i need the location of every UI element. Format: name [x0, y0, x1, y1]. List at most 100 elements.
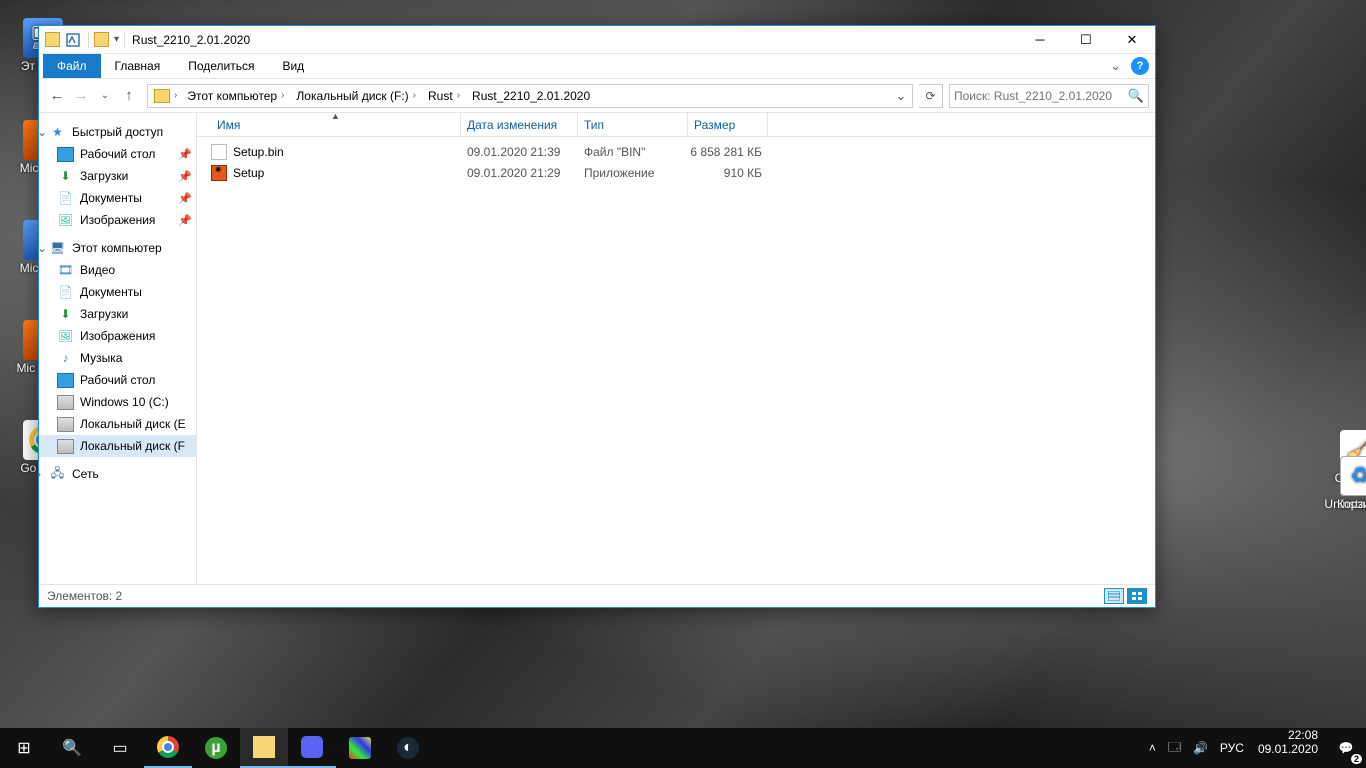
- breadcrumb-seg[interactable]: Этот компьютер›: [181, 85, 290, 107]
- sidebar-item-drive-f[interactable]: Локальный диск (F: [39, 435, 196, 457]
- view-details-button[interactable]: [1104, 588, 1124, 604]
- chrome-icon: [157, 736, 179, 758]
- sidebar-item-downloads-2[interactable]: ⬇Загрузки: [39, 303, 196, 325]
- qat-dropdown-icon[interactable]: ▾: [114, 34, 119, 45]
- minimize-button[interactable]: ─: [1017, 26, 1063, 53]
- refresh-button[interactable]: ⟳: [919, 84, 943, 108]
- column-type[interactable]: Тип: [578, 113, 688, 136]
- tray-chevron-icon[interactable]: ˄: [1143, 728, 1162, 768]
- sidebar-this-pc[interactable]: ⌄ 🖥 Этот компьютер: [39, 237, 196, 259]
- maximize-button[interactable]: ☐: [1063, 26, 1109, 53]
- taskview-button[interactable]: ▭: [96, 728, 144, 768]
- sidebar-item-downloads[interactable]: ⬇Загрузки📌: [39, 165, 196, 187]
- titlebar[interactable]: ▾ Rust_2210_2.01.2020 ─ ☐ ✕: [39, 26, 1155, 54]
- taskbar-rubik[interactable]: [336, 728, 384, 768]
- star-icon: ★: [49, 125, 66, 140]
- tray-volume-icon[interactable]: 🔊: [1187, 728, 1214, 768]
- tray-notifications[interactable]: 💬 2: [1326, 728, 1366, 768]
- column-headers: Имя▲ Дата изменения Тип Размер: [197, 113, 1155, 137]
- pin-icon: 📌: [178, 192, 192, 205]
- nav-up-button[interactable]: ↑: [117, 84, 141, 108]
- search-icon[interactable]: 🔍: [1128, 88, 1144, 104]
- system-tray: ˄ 🗔 🔊 РУС 22:08 09.01.2020 💬 2: [1143, 728, 1366, 768]
- sidebar-item-pictures-2[interactable]: 🖼Изображения: [39, 325, 196, 347]
- column-date[interactable]: Дата изменения: [461, 113, 578, 136]
- tray-clock[interactable]: 22:08 09.01.2020: [1250, 728, 1326, 768]
- taskbar-discord[interactable]: [288, 728, 336, 768]
- ribbon-tab-home[interactable]: Главная: [101, 54, 175, 78]
- nav-back-button[interactable]: ←: [45, 84, 69, 108]
- download-icon: ⬇: [57, 307, 74, 322]
- breadcrumb-seg[interactable]: Rust_2210_2.01.2020: [466, 85, 596, 107]
- document-icon: 📄: [57, 285, 74, 300]
- pin-icon: 📌: [178, 170, 192, 183]
- breadcrumb-seg[interactable]: Локальный диск (F:)›: [290, 85, 422, 107]
- taskbar-explorer[interactable]: [240, 728, 288, 768]
- help-icon[interactable]: ?: [1131, 57, 1149, 75]
- pin-icon: 📌: [178, 148, 192, 161]
- notification-badge: 2: [1351, 754, 1362, 764]
- status-bar: Элементов: 2: [39, 584, 1155, 607]
- sidebar-item-music[interactable]: ♪Музыка: [39, 347, 196, 369]
- drive-icon: [57, 395, 74, 410]
- breadcrumb-seg[interactable]: Rust›: [422, 85, 466, 107]
- qat-properties-icon[interactable]: [66, 33, 80, 47]
- monitor-icon: [57, 147, 74, 162]
- recyclebin-icon: ♻: [1340, 456, 1366, 496]
- start-button[interactable]: ⊞: [0, 728, 48, 768]
- file-icon: [211, 144, 227, 160]
- drive-icon: [57, 439, 74, 454]
- sidebar-quick-access[interactable]: ⌄ ★ Быстрый доступ: [39, 121, 196, 143]
- sidebar-item-desktop-2[interactable]: Рабочий стол: [39, 369, 196, 391]
- folder-icon: [154, 89, 170, 103]
- sidebar-item-drive-c[interactable]: Windows 10 (C:): [39, 391, 196, 413]
- sidebar-item-documents[interactable]: 📄Документы📌: [39, 187, 196, 209]
- search-icon: 🔍: [61, 737, 83, 759]
- taskbar-chrome[interactable]: [144, 728, 192, 768]
- sidebar-item-documents-2[interactable]: 📄Документы: [39, 281, 196, 303]
- sort-asc-icon: ▲: [331, 113, 340, 121]
- column-name[interactable]: Имя▲: [211, 113, 461, 136]
- address-bar[interactable]: › Этот компьютер› Локальный диск (F:)› R…: [147, 84, 913, 108]
- ribbon-tab-share[interactable]: Поделиться: [174, 54, 268, 78]
- tray-power-icon[interactable]: 🗔: [1162, 728, 1187, 768]
- ribbon-expand-icon[interactable]: ⌄: [1110, 58, 1121, 74]
- search-input[interactable]: [954, 89, 1128, 103]
- sidebar-network[interactable]: › 🖧 Сеть: [39, 463, 196, 485]
- view-large-button[interactable]: [1127, 588, 1147, 604]
- drive-icon: [57, 417, 74, 432]
- column-size[interactable]: Размер: [688, 113, 768, 136]
- network-icon: 🖧: [49, 467, 66, 482]
- taskbar: ⊞ 🔍 ▭ µ ◐ ˄ 🗔 🔊 РУС 22:08 09.01.2020 💬 2: [0, 728, 1366, 768]
- sidebar-item-desktop[interactable]: Рабочий стол📌: [39, 143, 196, 165]
- app-icon: [349, 737, 371, 759]
- sidebar-item-pictures[interactable]: 🖼Изображения📌: [39, 209, 196, 231]
- sidebar-item-drive-e[interactable]: Локальный диск (E: [39, 413, 196, 435]
- sidebar-item-videos[interactable]: 🎞Видео: [39, 259, 196, 281]
- taskbar-steam[interactable]: ◐: [384, 728, 432, 768]
- taskbar-utorrent[interactable]: µ: [192, 728, 240, 768]
- navigation-pane: ⌄ ★ Быстрый доступ Рабочий стол📌 ⬇Загруз…: [39, 113, 197, 584]
- close-button[interactable]: ✕: [1109, 26, 1155, 53]
- file-row[interactable]: Setup.bin 09.01.2020 21:39 Файл "BIN" 6 …: [211, 141, 1155, 162]
- file-row[interactable]: Setup 09.01.2020 21:29 Приложение 910 КБ: [211, 162, 1155, 183]
- search-button[interactable]: 🔍: [48, 728, 96, 768]
- ribbon-tab-file[interactable]: Файл: [43, 54, 101, 78]
- nav-forward-button[interactable]: →: [69, 84, 93, 108]
- monitor-icon: [57, 373, 74, 388]
- pin-icon: 📌: [178, 214, 192, 227]
- application-icon: [211, 165, 227, 181]
- document-icon: 📄: [57, 191, 74, 206]
- video-icon: 🎞: [57, 263, 74, 278]
- steam-icon: ◐: [397, 737, 419, 759]
- pc-icon: 🖥: [49, 241, 66, 256]
- ribbon-tab-view[interactable]: Вид: [268, 54, 318, 78]
- nav-recent-icon[interactable]: ⌄: [93, 84, 117, 108]
- tray-language[interactable]: РУС: [1214, 728, 1250, 768]
- address-dropdown-icon[interactable]: ⌄: [890, 88, 912, 104]
- search-box[interactable]: 🔍: [949, 84, 1149, 108]
- ribbon: Файл Главная Поделиться Вид ⌄ ?: [39, 54, 1155, 79]
- nav-row: ← → ⌄ ↑ › Этот компьютер› Локальный диск…: [39, 79, 1155, 113]
- desktop-icon-trash[interactable]: ♻ Корзина: [1323, 456, 1366, 530]
- utorrent-icon: µ: [205, 737, 227, 759]
